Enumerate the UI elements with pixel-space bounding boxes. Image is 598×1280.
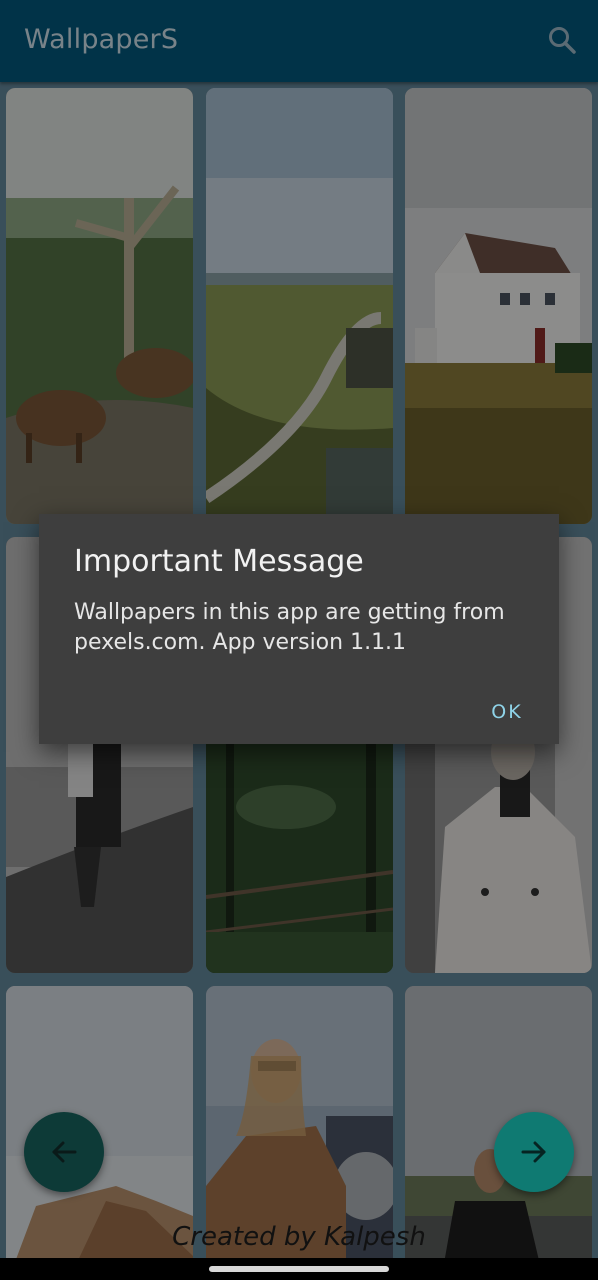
dialog-ok-button[interactable]: OK bbox=[467, 692, 547, 732]
dialog-title: Important Message bbox=[74, 544, 364, 579]
footer-credit: Created by Kalpesh bbox=[172, 1222, 426, 1252]
system-navigation-bar bbox=[0, 1258, 598, 1280]
dialog-message: Wallpapers in this app are getting from … bbox=[74, 600, 505, 655]
previous-page-button[interactable] bbox=[24, 1112, 104, 1192]
next-page-button[interactable] bbox=[494, 1112, 574, 1192]
arrow-right-icon bbox=[521, 1141, 546, 1163]
arrow-left-icon bbox=[52, 1141, 77, 1163]
home-gesture-handle[interactable] bbox=[209, 1266, 389, 1272]
important-message-dialog: Important Message Wallpapers in this app… bbox=[39, 514, 559, 744]
